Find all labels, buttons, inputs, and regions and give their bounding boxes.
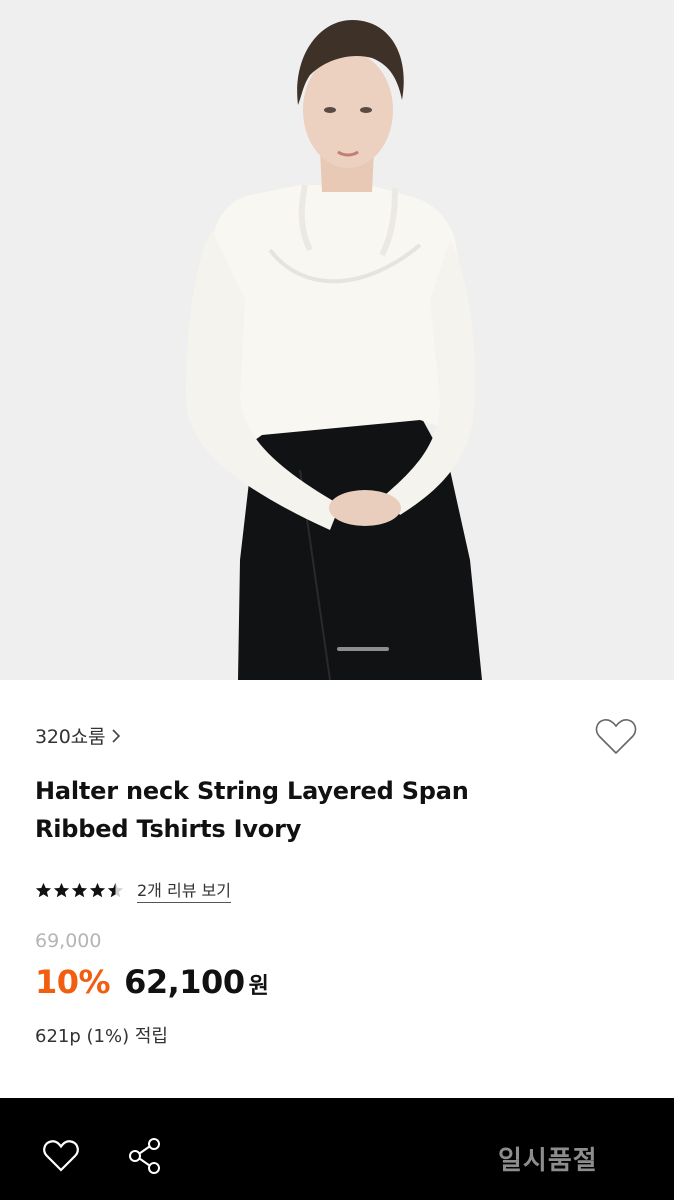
- share-button[interactable]: [127, 1137, 163, 1175]
- wishlist-bottom-button[interactable]: [42, 1138, 80, 1174]
- sale-price: 62,100: [124, 963, 245, 1001]
- bottom-action-bar: 일시품절: [0, 1098, 674, 1200]
- product-title-line2: Ribbed Tshirts Ivory: [35, 815, 302, 843]
- brand-name[interactable]: 320쇼룸: [35, 722, 105, 749]
- wishlist-button[interactable]: [594, 717, 638, 757]
- sold-out-status: 일시품절: [498, 1146, 598, 1176]
- heart-outline-icon: [43, 1140, 79, 1172]
- star-icon: [53, 882, 70, 897]
- discount-rate: 10%: [35, 963, 111, 1001]
- original-price: 69,000: [35, 930, 102, 952]
- product-title-line1: Halter neck String Layered Span: [35, 777, 469, 805]
- brand-link[interactable]: 320쇼룸: [35, 722, 121, 749]
- product-title: Halter neck String Layered Span Ribbed T…: [35, 772, 595, 848]
- carousel-indicator: [337, 647, 389, 651]
- product-photo: [0, 0, 674, 680]
- currency-label: 원: [248, 974, 269, 999]
- price-row: 10% 62,100 원: [35, 963, 269, 1001]
- reward-points: 621p (1%) 적립: [35, 1026, 168, 1047]
- product-image-carousel[interactable]: [0, 0, 674, 680]
- star-half-icon: [107, 882, 124, 897]
- chevron-right-icon: [111, 728, 121, 744]
- star-icon: [89, 882, 106, 897]
- review-link[interactable]: 2개 리뷰 보기: [137, 877, 231, 903]
- star-rating: [35, 882, 125, 899]
- product-info: 320쇼룸 Halter neck String Layered Span Ri…: [0, 680, 674, 1098]
- star-icon: [71, 882, 88, 897]
- share-icon: [129, 1138, 160, 1174]
- star-icon: [35, 882, 52, 897]
- rating-row: 2개 리뷰 보기: [35, 877, 231, 903]
- heart-outline-icon: [595, 719, 637, 755]
